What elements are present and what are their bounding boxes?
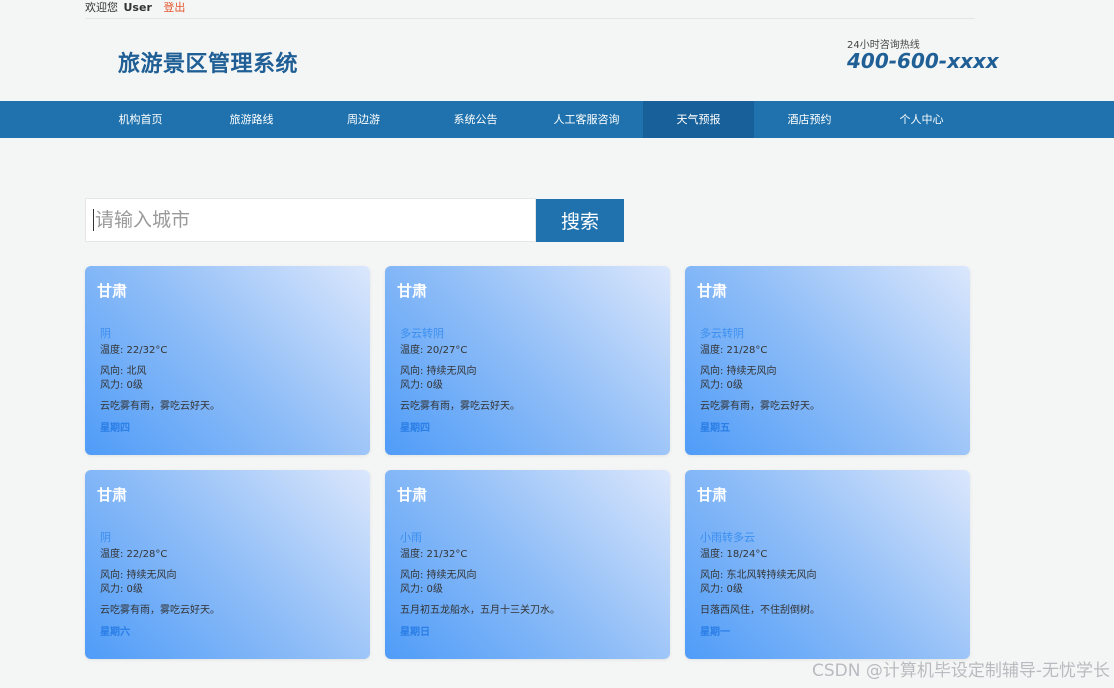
- card-weather: 阴: [100, 327, 111, 340]
- card-proverb: 云吃雾有雨，雾吃云好天。: [100, 605, 220, 616]
- card-temperature: 温度: 18/24°C: [700, 549, 768, 560]
- welcome-area: 欢迎您 User 登出: [85, 0, 185, 18]
- card-wind-power: 风力: 0级: [400, 380, 443, 391]
- site-title: 旅游景区管理系统: [118, 52, 299, 77]
- card-weekday: 星期四: [400, 423, 430, 434]
- card-temperature: 温度: 21/28°C: [700, 345, 768, 356]
- card-wind-power: 风力: 0级: [700, 584, 743, 595]
- weather-card[interactable]: 甘肃 多云转阴 温度: 21/28°C 风向: 持续无风向 风力: 0级 云吃雾…: [685, 266, 970, 455]
- nav-item-weather[interactable]: 天气预报: [643, 101, 754, 138]
- card-city: 甘肃: [397, 282, 428, 300]
- header: 旅游景区管理系统 24小时咨询热线 400-600-xxxx: [0, 19, 1114, 101]
- card-temperature: 温度: 20/27°C: [400, 345, 468, 356]
- card-wind-direction: 风向: 持续无风向: [400, 366, 477, 377]
- nav-item-home[interactable]: 机构首页: [85, 101, 196, 138]
- card-wind-direction: 风向: 持续无风向: [700, 366, 777, 377]
- card-city: 甘肃: [97, 282, 128, 300]
- card-proverb: 日落西风住，不住刮倒树。: [700, 605, 820, 616]
- text-caret: [93, 209, 94, 231]
- weather-card[interactable]: 甘肃 小雨转多云 温度: 18/24°C 风向: 东北风转持续无风向 风力: 0…: [685, 470, 970, 659]
- card-wind-direction: 风向: 东北风转持续无风向: [700, 570, 817, 581]
- card-wind-power: 风力: 0级: [400, 584, 443, 595]
- card-proverb: 云吃雾有雨，雾吃云好天。: [400, 401, 520, 412]
- card-weather: 多云转阴: [400, 327, 444, 340]
- card-proverb: 云吃雾有雨，雾吃云好天。: [100, 401, 220, 412]
- card-weather: 小雨: [400, 531, 422, 544]
- card-wind-direction: 风向: 持续无风向: [400, 570, 477, 581]
- username: User: [123, 1, 152, 14]
- welcome-text: 欢迎您: [85, 1, 118, 14]
- card-proverb: 五月初五龙船水，五月十三关刀水。: [400, 605, 560, 616]
- card-city: 甘肃: [397, 486, 428, 504]
- search-button[interactable]: 搜索: [536, 199, 624, 242]
- nav-item-routes[interactable]: 旅游路线: [196, 101, 307, 138]
- top-bar: 欢迎您 User 登出: [0, 0, 1114, 19]
- card-weekday: 星期日: [400, 627, 430, 638]
- card-wind-power: 风力: 0级: [100, 380, 143, 391]
- card-temperature: 温度: 22/32°C: [100, 345, 168, 356]
- nav-item-hotel[interactable]: 酒店预约: [754, 101, 865, 138]
- nav-item-nearby[interactable]: 周边游: [308, 101, 419, 138]
- hotline-number: 400-600-xxxx: [847, 49, 999, 73]
- card-weekday: 星期五: [700, 423, 730, 434]
- watermark: CSDN @计算机毕设定制辅导-无忧学长: [811, 661, 1110, 681]
- card-weekday: 星期一: [700, 627, 730, 638]
- nav-item-support[interactable]: 人工客服咨询: [531, 101, 642, 138]
- city-search-input[interactable]: [85, 198, 536, 242]
- card-weather: 小雨转多云: [700, 531, 755, 544]
- card-weather: 阴: [100, 531, 111, 544]
- weather-card[interactable]: 甘肃 多云转阴 温度: 20/27°C 风向: 持续无风向 风力: 0级 云吃雾…: [385, 266, 670, 455]
- card-temperature: 温度: 21/32°C: [400, 549, 468, 560]
- card-wind-power: 风力: 0级: [100, 584, 143, 595]
- nav-item-notices[interactable]: 系统公告: [420, 101, 531, 138]
- card-weekday: 星期四: [100, 423, 130, 434]
- card-wind-direction: 风向: 持续无风向: [100, 570, 177, 581]
- nav-item-profile[interactable]: 个人中心: [866, 101, 977, 138]
- card-proverb: 云吃雾有雨，雾吃云好天。: [700, 401, 820, 412]
- weather-card[interactable]: 甘肃 阴 温度: 22/28°C 风向: 持续无风向 风力: 0级 云吃雾有雨，…: [85, 470, 370, 659]
- card-weekday: 星期六: [100, 627, 130, 638]
- card-city: 甘肃: [697, 486, 728, 504]
- card-weather: 多云转阴: [700, 327, 744, 340]
- card-city: 甘肃: [697, 282, 728, 300]
- weather-card[interactable]: 甘肃 小雨 温度: 21/32°C 风向: 持续无风向 风力: 0级 五月初五龙…: [385, 470, 670, 659]
- card-city: 甘肃: [97, 486, 128, 504]
- card-wind-direction: 风向: 北风: [100, 366, 147, 377]
- card-temperature: 温度: 22/28°C: [100, 549, 168, 560]
- main-nav: 机构首页 旅游路线 周边游 系统公告 人工客服咨询 天气预报 酒店预约 个人中心: [0, 101, 1114, 138]
- card-wind-power: 风力: 0级: [700, 380, 743, 391]
- logout-link[interactable]: 登出: [163, 1, 185, 14]
- weather-card[interactable]: 甘肃 阴 温度: 22/32°C 风向: 北风 风力: 0级 云吃雾有雨，雾吃云…: [85, 266, 370, 455]
